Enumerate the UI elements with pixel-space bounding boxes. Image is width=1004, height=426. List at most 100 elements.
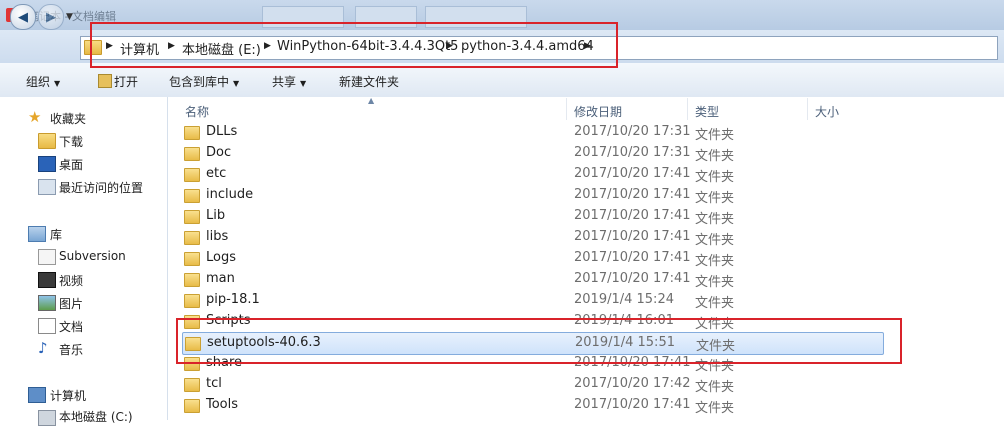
share-button[interactable]: 共享 ▼	[272, 73, 306, 90]
sidebar-item-videos[interactable]: 视频	[59, 272, 83, 289]
sidebar-computer[interactable]: 计算机	[50, 387, 86, 404]
column-header-type[interactable]: 类型	[695, 103, 719, 120]
file-type: 文件夹	[695, 149, 735, 164]
file-row[interactable]: Scripts 2019/1/4 16:01 文件夹	[178, 311, 884, 332]
column-divider[interactable]	[566, 98, 567, 120]
file-name: man	[206, 271, 235, 286]
file-name: pip-18.1	[206, 292, 260, 307]
file-row[interactable]: pip-18.1 2019/1/4 15:24 文件夹	[178, 290, 884, 311]
music-icon: ♪	[38, 339, 48, 357]
command-bar	[0, 63, 1004, 98]
file-row[interactable]: Lib 2017/10/20 17:41 文件夹	[178, 206, 884, 227]
breadcrumb-python[interactable]: python-3.4.4.amd64	[461, 39, 594, 54]
file-modified: 2017/10/20 17:41	[574, 229, 691, 244]
file-row[interactable]: setuptools-40.6.3 2019/1/4 15:51 文件夹	[182, 332, 884, 355]
organize-label: 组织	[26, 75, 51, 89]
breadcrumb-separator-icon[interactable]: ▶	[584, 41, 591, 51]
folder-icon	[184, 231, 200, 245]
file-name: include	[206, 187, 254, 202]
file-row[interactable]: etc 2017/10/20 17:41 文件夹	[178, 164, 884, 185]
breadcrumb-separator-icon[interactable]: ▶	[106, 41, 113, 51]
folder-icon	[184, 357, 200, 371]
file-row[interactable]: libs 2017/10/20 17:41 文件夹	[178, 227, 884, 248]
breadcrumb-separator-icon[interactable]: ▶	[264, 41, 271, 51]
folder-icon	[184, 399, 200, 413]
library-icon	[28, 226, 46, 242]
sort-ascending-icon: ▲	[368, 96, 375, 105]
file-row[interactable]: DLLs 2017/10/20 17:31 文件夹	[178, 122, 884, 143]
history-dropdown-icon[interactable]: ▼	[66, 12, 73, 22]
sidebar-item-desktop[interactable]: 桌面	[59, 156, 83, 173]
sidebar-item-music[interactable]: 音乐	[59, 341, 83, 358]
downloads-folder-icon	[38, 133, 56, 149]
sidebar-item-recent[interactable]: 最近访问的位置	[59, 179, 143, 196]
file-row[interactable]: include 2017/10/20 17:41 文件夹	[178, 185, 884, 206]
file-row[interactable]: Logs 2017/10/20 17:41 文件夹	[178, 248, 884, 269]
open-button[interactable]: 打开	[114, 73, 138, 90]
file-name: Logs	[206, 250, 236, 265]
breadcrumb-drive-e[interactable]: 本地磁盘 (E:)	[182, 39, 261, 58]
background-window-tab[interactable]	[355, 6, 417, 28]
folder-icon	[185, 337, 201, 351]
sidebar-item-pictures[interactable]: 图片	[59, 295, 83, 312]
breadcrumb-computer[interactable]: 计算机	[120, 39, 159, 58]
file-row[interactable]: tcl 2017/10/20 17:42 文件夹	[178, 374, 884, 395]
file-row[interactable]: Tools 2017/10/20 17:41 文件夹	[178, 395, 884, 416]
breadcrumb-separator-icon[interactable]: ▶	[446, 41, 453, 51]
file-name: Tools	[206, 397, 239, 412]
file-name: tcl	[206, 376, 222, 391]
include-library-label: 包含到库中	[169, 75, 230, 89]
star-icon: ★	[28, 108, 42, 126]
file-type: 文件夹	[695, 380, 735, 395]
breadcrumb-winpython[interactable]: WinPython-64bit-3.4.4.3Qt5	[277, 39, 458, 54]
back-button[interactable]: ◀	[10, 4, 36, 30]
file-name: share	[206, 355, 243, 370]
sidebar-item-drive-c[interactable]: 本地磁盘 (C:)	[59, 408, 133, 425]
chevron-down-icon: ▼	[300, 79, 307, 88]
file-name: libs	[206, 229, 229, 244]
file-modified: 2017/10/20 17:41	[574, 208, 691, 223]
sidebar-item-documents[interactable]: 文档	[59, 318, 83, 335]
new-folder-button[interactable]: 新建文件夹	[339, 73, 399, 90]
file-row[interactable]: man 2017/10/20 17:41 文件夹	[178, 269, 884, 290]
file-type: 文件夹	[695, 170, 735, 185]
sidebar-item-subversion[interactable]: Subversion	[59, 249, 126, 263]
file-type: 文件夹	[695, 128, 735, 143]
chevron-down-icon: ▼	[54, 79, 61, 88]
file-modified: 2017/10/20 17:31	[574, 124, 691, 139]
organize-button[interactable]: 组织 ▼	[26, 73, 60, 90]
file-name: DLLs	[206, 124, 238, 139]
file-type: 文件夹	[695, 254, 735, 269]
video-icon	[38, 272, 56, 288]
file-name: Scripts	[206, 313, 251, 328]
folder-icon	[184, 252, 200, 266]
background-window-tab[interactable]	[262, 6, 344, 28]
file-modified: 2017/10/20 17:41	[574, 166, 691, 181]
file-type: 文件夹	[695, 317, 735, 332]
file-type: 文件夹	[695, 359, 735, 374]
subversion-icon	[38, 249, 56, 265]
breadcrumb-separator-icon[interactable]: ▶	[168, 41, 175, 51]
file-name: Lib	[206, 208, 226, 223]
column-divider[interactable]	[687, 98, 688, 120]
column-divider[interactable]	[807, 98, 808, 120]
forward-button[interactable]: ▶	[38, 4, 64, 30]
sidebar-favorites[interactable]: 收藏夹	[50, 110, 86, 127]
include-library-button[interactable]: 包含到库中 ▼	[169, 73, 239, 90]
column-header-name[interactable]: 名称	[185, 103, 209, 120]
file-modified: 2019/1/4 16:01	[574, 313, 674, 328]
desktop-icon	[38, 156, 56, 172]
file-type: 文件夹	[695, 191, 735, 206]
sidebar-item-downloads[interactable]: 下载	[59, 133, 83, 150]
file-row[interactable]: Doc 2017/10/20 17:31 文件夹	[178, 143, 884, 164]
sidebar-libraries[interactable]: 库	[50, 226, 62, 243]
folder-icon	[184, 168, 200, 182]
folder-icon	[84, 40, 102, 55]
column-header-modified[interactable]: 修改日期	[574, 103, 622, 120]
file-row[interactable]: share 2017/10/20 17:41 文件夹	[178, 353, 884, 374]
column-header-size[interactable]: 大小	[815, 103, 839, 120]
file-modified: 2017/10/20 17:42	[574, 376, 691, 391]
background-window-tab[interactable]	[425, 6, 527, 28]
drive-icon	[38, 410, 56, 426]
chevron-down-icon: ▼	[233, 79, 240, 88]
